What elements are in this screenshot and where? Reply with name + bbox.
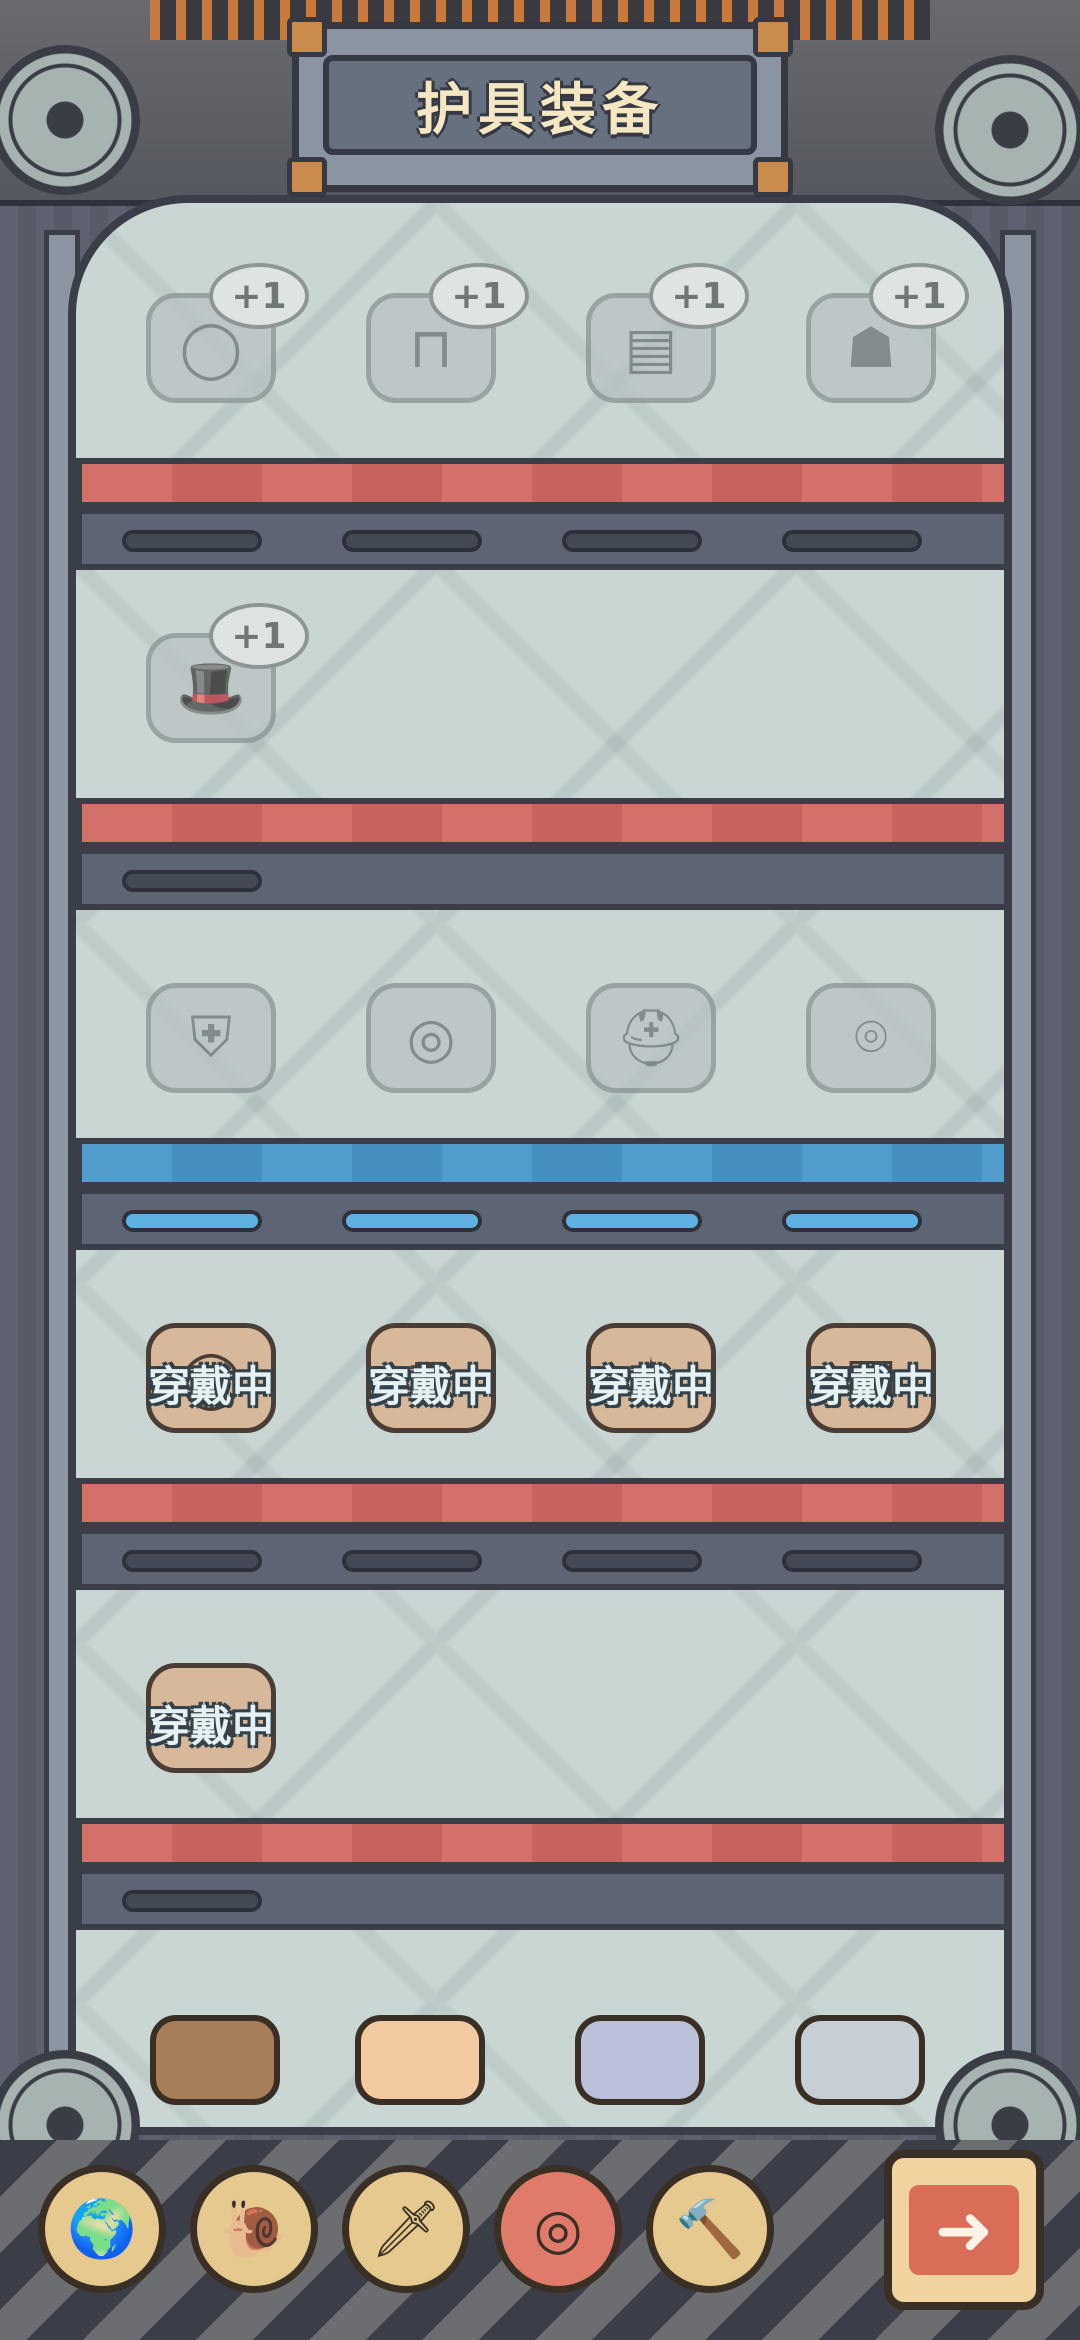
progress-bar bbox=[122, 870, 262, 892]
item-slot[interactable]: ☁ 穿戴中 bbox=[131, 1643, 291, 1793]
bolt bbox=[287, 17, 327, 57]
shelf-rail bbox=[76, 848, 1004, 910]
swim-ring-icon bbox=[355, 2015, 485, 2105]
shelf-rail bbox=[76, 1528, 1004, 1590]
item-slot[interactable]: ⊓ 穿戴中 bbox=[351, 1303, 511, 1453]
progress-bar bbox=[782, 1550, 922, 1572]
preview-armor bbox=[140, 2010, 290, 2110]
sword-button[interactable]: 🗡 bbox=[342, 2165, 470, 2293]
next-button[interactable]: ➜ bbox=[884, 2150, 1044, 2310]
progress-bar bbox=[122, 530, 262, 552]
equipment-cabinet: ◯ +1 ⊓ +1 ▤ +1 ☗ +1 🎩 +1 ⛨ ◎ ⛑ ⌾ ◯ 穿戴中 ⊓… bbox=[68, 195, 1012, 2135]
equipped-label: 穿戴中 bbox=[367, 1362, 494, 1411]
progress-bar bbox=[782, 1210, 922, 1232]
shelf-board bbox=[76, 1138, 1004, 1188]
helmet-icon: ⛑ bbox=[586, 983, 716, 1093]
globe-button[interactable]: 🌍 bbox=[38, 2165, 166, 2293]
shield-icon: ◎ bbox=[533, 2196, 583, 2262]
progress-bar bbox=[342, 1210, 482, 1232]
snail-icon: 🐌 bbox=[219, 2197, 289, 2262]
progress-bar bbox=[342, 1550, 482, 1572]
upgrade-badge: +1 bbox=[209, 603, 309, 669]
item-slot[interactable]: ✦ 穿戴中 bbox=[571, 1303, 731, 1453]
equipped-label: 穿戴中 bbox=[147, 1702, 274, 1751]
item-slot[interactable]: ▤ 穿戴中 bbox=[791, 1303, 951, 1453]
item-slot[interactable]: 🎩 +1 bbox=[131, 603, 309, 763]
bracelet-icon: ⌾ bbox=[806, 983, 936, 1093]
swim-ring-icon: ◎ bbox=[366, 983, 496, 1093]
shelf-rail bbox=[76, 1868, 1004, 1930]
progress-bar bbox=[342, 530, 482, 552]
bracelet-icon bbox=[795, 2015, 925, 2105]
hammer-button[interactable]: 🔨 bbox=[646, 2165, 774, 2293]
arrow-right-icon: ➜ bbox=[909, 2185, 1019, 2275]
shield-button[interactable]: ◎ bbox=[494, 2165, 622, 2293]
item-slot[interactable]: ◎ bbox=[351, 963, 511, 1113]
armor-icon bbox=[150, 2015, 280, 2105]
equipped-label: 穿戴中 bbox=[147, 1362, 274, 1411]
item-slot[interactable]: ▤ +1 bbox=[571, 263, 749, 423]
armor-icon: ⛨ bbox=[146, 983, 276, 1093]
item-slot[interactable]: ◯ +1 bbox=[131, 263, 309, 423]
shelf-rail bbox=[76, 1188, 1004, 1250]
progress-bar bbox=[562, 530, 702, 552]
upgrade-badge: +1 bbox=[649, 263, 749, 329]
progress-bar bbox=[562, 1550, 702, 1572]
progress-bar bbox=[122, 1890, 262, 1912]
preview-helmet bbox=[565, 2010, 715, 2110]
helmet-icon bbox=[575, 2015, 705, 2105]
equipped-label: 穿戴中 bbox=[587, 1362, 714, 1411]
bolt bbox=[753, 17, 793, 57]
upgrade-badge: +1 bbox=[429, 263, 529, 329]
shelf-board bbox=[76, 1818, 1004, 1868]
bolt bbox=[753, 157, 793, 197]
upgrade-badge: +1 bbox=[869, 263, 969, 329]
progress-bar bbox=[122, 1210, 262, 1232]
shelf-rail bbox=[76, 508, 1004, 570]
progress-bar bbox=[122, 1550, 262, 1572]
title-plate: 护具装备 bbox=[287, 17, 793, 197]
item-slot[interactable]: ⌾ bbox=[791, 963, 951, 1113]
item-slot[interactable]: ◯ 穿戴中 bbox=[131, 1303, 291, 1453]
preview-bracelet bbox=[785, 2010, 935, 2110]
item-slot[interactable]: ⛑ bbox=[571, 963, 731, 1113]
item-slot[interactable]: ☗ +1 bbox=[791, 263, 969, 423]
item-slot[interactable]: ⊓ +1 bbox=[351, 263, 529, 423]
shelf-board bbox=[76, 458, 1004, 508]
bolt bbox=[287, 157, 327, 197]
title-inner: 护具装备 bbox=[323, 55, 757, 155]
preview-swim-ring bbox=[345, 2010, 495, 2110]
page-title: 护具装备 bbox=[416, 77, 664, 143]
shelf-board bbox=[76, 1478, 1004, 1528]
shelf-board bbox=[76, 798, 1004, 848]
item-slot[interactable]: ⛨ bbox=[131, 963, 291, 1113]
globe-icon: 🌍 bbox=[67, 2197, 137, 2262]
progress-bar bbox=[782, 530, 922, 552]
snail-button[interactable]: 🐌 bbox=[190, 2165, 318, 2293]
upgrade-badge: +1 bbox=[209, 263, 309, 329]
sword-icon: 🗡 bbox=[370, 2197, 442, 2262]
gear-icon bbox=[935, 55, 1080, 205]
progress-bar bbox=[562, 1210, 702, 1232]
equipped-label: 穿戴中 bbox=[807, 1362, 934, 1411]
hammer-icon: 🔨 bbox=[675, 2197, 745, 2262]
